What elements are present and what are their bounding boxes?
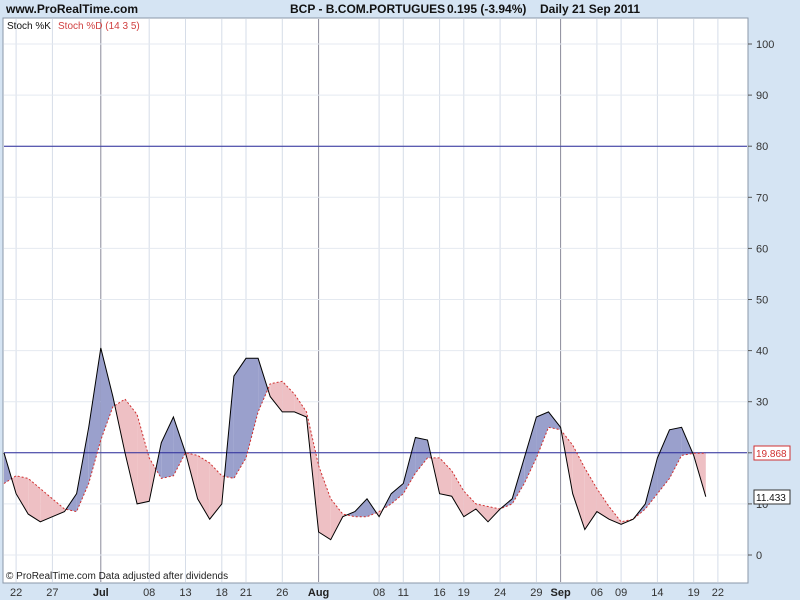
y-tick-label: 80 (756, 141, 768, 153)
y-tick-label: 90 (756, 90, 768, 102)
x-tick-label: 08 (373, 587, 385, 599)
x-tick-label: 09 (615, 587, 627, 599)
x-tick-label: 08 (143, 587, 155, 599)
plot-area (2, 17, 749, 584)
y-tick-label: 0 (756, 550, 762, 562)
x-tick-label: 19 (688, 587, 700, 599)
y-tick-label: 100 (756, 39, 774, 51)
y-axis: 0102030405060708090100 (748, 39, 774, 562)
x-tick-label: 14 (651, 587, 663, 599)
last-value-k-tag: 11.433 (753, 489, 791, 505)
x-tick-label: 11 (398, 587, 409, 599)
x-tick-label: 29 (530, 587, 542, 599)
x-tick-label: Aug (308, 587, 329, 599)
x-tick-label: 27 (46, 587, 58, 599)
x-tick-label: 06 (591, 587, 603, 599)
x-tick-label: Sep (551, 587, 571, 599)
footer-note: © ProRealTime.com Data adjusted after di… (6, 571, 228, 582)
y-tick-label: 70 (756, 192, 768, 204)
last-value-d-tag: 19.868 (753, 445, 791, 461)
stochastic-chart: 0102030405060708090100 2227Jul0813182126… (2, 17, 791, 599)
x-tick-label: 22 (712, 587, 724, 599)
x-tick-label: 19 (458, 587, 470, 599)
x-tick-label: Jul (93, 587, 109, 599)
x-tick-label: 24 (494, 587, 506, 599)
x-tick-label: 22 (10, 587, 22, 599)
last-value-d: 19.868 (756, 449, 787, 460)
x-tick-label: 18 (216, 587, 228, 599)
y-tick-label: 30 (756, 397, 768, 409)
legend-d-label: Stoch %D (14 3 5) (58, 21, 140, 32)
y-tick-label: 50 (756, 295, 768, 307)
x-tick-label: 26 (276, 587, 288, 599)
x-tick-label: 21 (240, 587, 252, 599)
x-axis: 22 27 Jul 08 13 18 21 26 Aug 08 11 16 19 24 29 Sep 06 09 1… (10, 587, 724, 599)
legend-k-label: Stoch %K (7, 21, 51, 32)
x-tick-label: 13 (179, 587, 191, 599)
y-tick-label: 40 (756, 346, 768, 358)
last-value-k: 11.433 (756, 493, 786, 504)
x-tick-label: 16 (433, 587, 445, 599)
y-tick-label: 60 (756, 243, 768, 255)
